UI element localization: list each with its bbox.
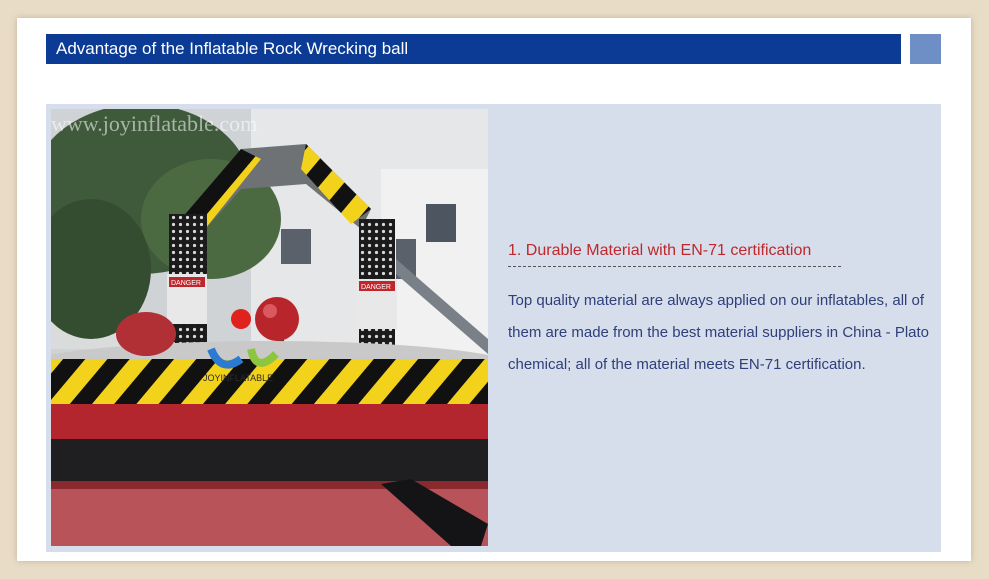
content-frame: Advantage of the Inflatable Rock Wreckin… — [17, 18, 971, 561]
danger-sign-left: DANGER — [171, 280, 201, 287]
section-title: Advantage of the Inflatable Rock Wreckin… — [56, 39, 409, 58]
watermark: www.joyinflatable.com — [51, 111, 257, 136]
title-accent-square — [910, 34, 941, 64]
product-photo: JOYINFLATABLE www.joyinflatable.com DANG… — [51, 109, 488, 546]
feature-title: 1. Durable Material with EN-71 certifica… — [508, 242, 841, 267]
feature-description: Top quality material are always applied … — [508, 292, 930, 373]
section-title-bar: Advantage of the Inflatable Rock Wreckin… — [46, 34, 901, 64]
feature-panel: JOYINFLATABLE www.joyinflatable.com DANG… — [46, 104, 941, 552]
danger-sign-right: DANGER — [361, 284, 391, 291]
feature-block: 1. Durable Material with EN-71 certifica… — [508, 242, 933, 381]
logo-text: JOYINFLATABLE — [203, 373, 273, 383]
